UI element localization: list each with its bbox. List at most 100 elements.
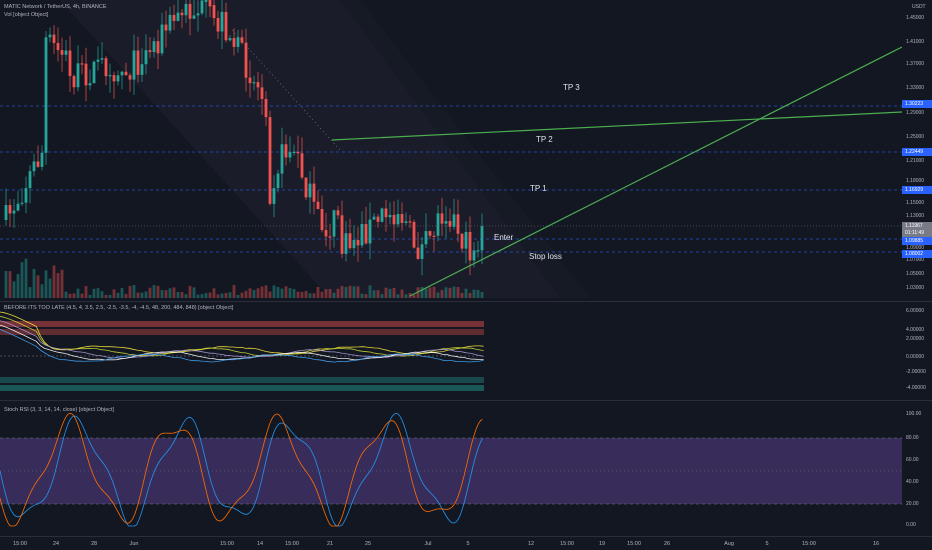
candle-body — [204, 0, 208, 2]
time-label: 21 — [326, 541, 334, 547]
candle-body — [400, 214, 404, 223]
volume-bar — [152, 285, 156, 298]
volume-bar — [460, 293, 464, 298]
volume-bar — [424, 288, 428, 298]
volume-bar — [376, 290, 380, 298]
volume-bar — [248, 288, 252, 298]
volume-bar — [444, 287, 448, 298]
volume-bar — [128, 286, 132, 298]
volume-bar — [308, 293, 312, 298]
osc-axis-label: 0.00000 — [906, 354, 925, 360]
candle-body — [324, 230, 328, 237]
candle-body — [456, 214, 460, 234]
price-chart[interactable] — [0, 0, 902, 301]
volume-bar — [240, 292, 244, 298]
candle-body — [264, 98, 268, 118]
candle-body — [12, 210, 16, 214]
osc-band — [0, 385, 484, 391]
volume-bar — [188, 285, 192, 298]
candle-body — [376, 216, 380, 222]
price-label: 1.13000 — [906, 213, 925, 219]
price-label: 1.45000 — [906, 15, 925, 21]
symbol-title: MATIC Network / TetherUS, 4h, BINANCE — [4, 4, 107, 10]
volume-bar — [208, 292, 212, 298]
countdown-tag: 01:11:49 — [902, 229, 932, 237]
candle-body — [52, 34, 56, 43]
candle-body — [72, 76, 76, 88]
candle-body — [156, 41, 160, 54]
candle-body — [352, 240, 356, 249]
volume-bar — [280, 288, 284, 298]
osc-axis-label: -2.00000 — [906, 369, 926, 375]
volume-bar — [220, 293, 224, 298]
volume-bar — [392, 287, 396, 298]
volume-bar — [204, 293, 208, 298]
candle-body — [340, 215, 344, 254]
candle-body — [212, 5, 216, 19]
volume-bar — [192, 287, 196, 298]
candle-body — [480, 226, 484, 251]
price-label: 1.25000 — [906, 134, 925, 140]
candle-body — [76, 63, 80, 88]
candle-body — [80, 63, 84, 65]
volume-bar — [168, 288, 172, 298]
volume-bar — [120, 287, 124, 298]
time-label: 26 — [663, 541, 671, 547]
price-pane[interactable] — [0, 0, 902, 301]
candle-body — [40, 152, 44, 167]
time-label: Jul — [424, 541, 432, 547]
volume-bar — [156, 285, 160, 298]
candle-body — [60, 50, 64, 55]
candle-body — [384, 208, 388, 218]
candle-body — [316, 201, 320, 210]
volume-bar — [324, 289, 328, 298]
volume-bar — [32, 268, 36, 298]
candle-body — [360, 224, 364, 246]
tp1-label: TP 1 — [530, 184, 547, 193]
volume-bar — [476, 290, 480, 298]
volume-bar — [264, 285, 268, 298]
candle-body — [200, 0, 204, 14]
oscillator-chart[interactable] — [0, 302, 902, 400]
tp2-label: TP 2 — [536, 135, 553, 144]
candle-body — [252, 82, 256, 84]
candle-body — [232, 38, 236, 47]
volume-bar — [68, 293, 72, 298]
volume-bar — [40, 284, 44, 298]
stoch-axis-label: 100.00 — [906, 411, 922, 417]
volume-bar — [104, 294, 108, 298]
candle-body — [136, 50, 140, 75]
indicator-pane-1[interactable] — [0, 302, 902, 400]
volume-bar — [400, 289, 404, 298]
volume-bar — [20, 262, 24, 298]
candle-body — [416, 247, 420, 259]
time-label: 16 — [872, 541, 880, 547]
candle-body — [172, 14, 176, 21]
volume-bar — [304, 291, 308, 298]
stoch-axis-label: 80.00 — [906, 435, 919, 441]
volume-bar — [436, 292, 440, 298]
volume-bar — [260, 286, 264, 298]
volume-bar — [28, 287, 32, 298]
candle-body — [336, 210, 340, 216]
time-label: 25 — [364, 541, 372, 547]
candle-body — [476, 250, 480, 252]
candle-body — [4, 205, 8, 220]
volume-bar — [412, 294, 416, 298]
volume-bar — [116, 292, 120, 298]
time-label: 5 — [765, 541, 769, 547]
volume-bar — [256, 288, 260, 298]
candle-body — [332, 210, 336, 237]
candle-body — [160, 24, 164, 54]
volume-bar — [8, 271, 12, 298]
candle-body — [84, 63, 88, 86]
volume-bar — [216, 294, 220, 298]
volume-bar — [340, 285, 344, 298]
stoch-rsi-chart[interactable] — [0, 401, 902, 536]
indicator-pane-2[interactable] — [0, 401, 902, 536]
osc-band — [0, 329, 484, 335]
indicator-axis-2[interactable] — [902, 401, 932, 536]
candle-body — [36, 161, 40, 167]
volume-bar — [312, 293, 316, 298]
volume-bar — [384, 287, 388, 298]
